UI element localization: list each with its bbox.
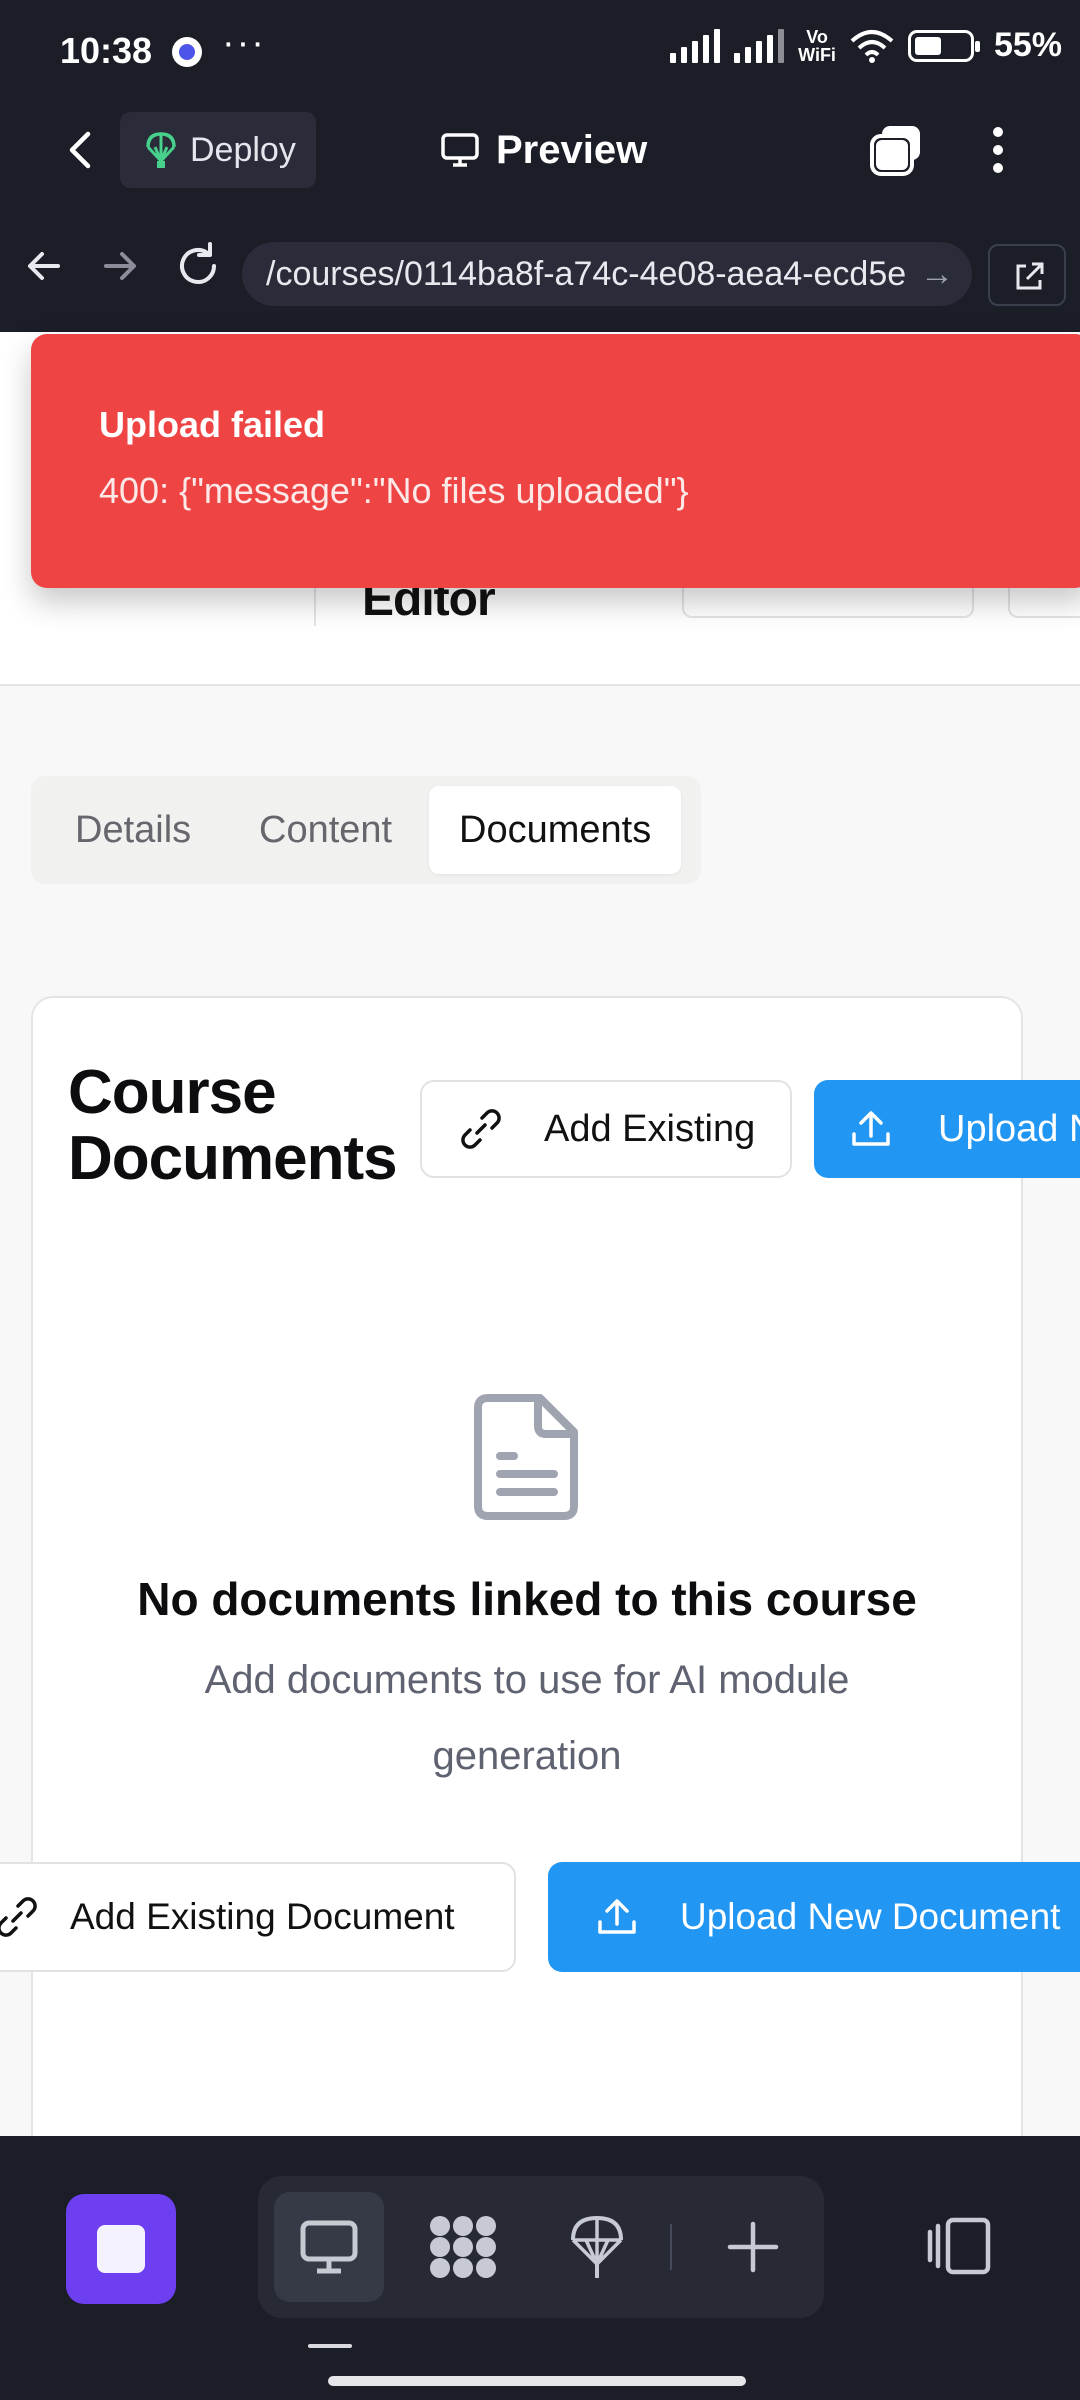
upload-new-button[interactable]: Upload New <box>814 1080 1080 1178</box>
browser-forward-icon[interactable] <box>92 238 148 294</box>
toast-title: Upload failed <box>99 404 326 445</box>
link-icon <box>0 1897 37 1937</box>
status-bar: 10:38 ··· Vo WiFi 55% <box>0 0 1080 100</box>
card-title: Course Documents <box>68 1058 398 1193</box>
panel-layout-icon[interactable] <box>926 2216 992 2276</box>
url-field[interactable]: /courses/0114ba8f-a74c-4e08-aea4-ecd5e → <box>242 242 972 306</box>
battery-percent: 55% <box>993 26 1062 64</box>
dock-divider <box>670 2224 672 2270</box>
reload-icon[interactable] <box>170 238 226 294</box>
card-title-line-2: Documents <box>68 1124 398 1193</box>
back-icon[interactable] <box>52 120 112 180</box>
small-indicator <box>308 2344 352 2348</box>
app-header: Deploy Preview <box>0 100 1080 200</box>
url-go-icon[interactable]: → <box>920 242 954 306</box>
upload-new-document-label: Upload New Document <box>680 1896 1061 1937</box>
monitor-icon <box>300 2220 358 2274</box>
tab-list: Details Content Documents <box>31 776 701 884</box>
monitor-icon <box>441 133 479 167</box>
document-icon <box>474 1394 578 1520</box>
upload-icon <box>852 1111 890 1146</box>
tab-documents[interactable]: Documents <box>429 786 682 874</box>
bottom-toolbar <box>0 2136 1080 2400</box>
empty-state-subtitle: Add documents to use for AI module gener… <box>204 1658 850 1778</box>
signal-1-icon <box>670 28 721 63</box>
status-time: 10:38 <box>60 30 153 71</box>
deploy-dock-button[interactable] <box>542 2192 652 2302</box>
grid-blob-icon <box>430 2216 496 2278</box>
upload-new-label: Upload New <box>938 1107 1080 1150</box>
empty-state-title: No documents linked to this course <box>137 1573 917 1625</box>
status-indicators: Vo WiFi 55% <box>670 26 1062 65</box>
stop-button[interactable] <box>66 2194 176 2304</box>
add-existing-button[interactable]: Add Existing <box>420 1080 792 1178</box>
copy-tabs-icon[interactable] <box>866 122 926 178</box>
components-button[interactable] <box>408 2192 518 2302</box>
deploy-icon <box>146 132 176 168</box>
external-link-icon <box>1016 262 1044 290</box>
battery-icon <box>907 29 980 62</box>
link-icon <box>461 1109 501 1149</box>
open-external-button[interactable] <box>988 244 1066 306</box>
url-text: /courses/0114ba8f-a74c-4e08-aea4-ecd5e <box>266 255 907 293</box>
vowifi-icon: Vo WiFi <box>798 26 836 65</box>
add-existing-document-label: Add Existing Document <box>70 1896 455 1937</box>
add-existing-document-button[interactable]: Add Existing Document <box>0 1862 516 1972</box>
plus-icon <box>727 2221 779 2273</box>
web-page: Editor Details Content Documents Course … <box>0 332 1080 2136</box>
toast-message: 400: {"message":"No files uploaded"} <box>99 470 689 511</box>
browser-toolbar: /courses/0114ba8f-a74c-4e08-aea4-ecd5e → <box>0 200 1080 332</box>
deploy-label: Deploy <box>190 130 296 169</box>
preview-label: Preview <box>496 127 648 172</box>
upload-icon <box>598 1899 636 1934</box>
desktop-view-button[interactable] <box>274 2192 384 2302</box>
card-title-line-1: Course <box>68 1058 277 1127</box>
view-dock <box>258 2176 824 2318</box>
home-indicator[interactable] <box>328 2376 746 2386</box>
upload-new-document-button[interactable]: Upload New Document <box>548 1862 1080 1972</box>
app-notification-icon <box>172 37 202 67</box>
tab-details[interactable]: Details <box>45 786 221 874</box>
more-options-icon[interactable] <box>980 120 1016 180</box>
add-existing-label: Add Existing <box>544 1107 756 1150</box>
signal-2-icon <box>734 28 785 63</box>
tab-content[interactable]: Content <box>229 786 422 874</box>
add-button[interactable] <box>698 2192 808 2302</box>
error-toast[interactable]: Upload failed 400: {"message":"No files … <box>31 334 1080 588</box>
wifi-icon <box>850 29 894 63</box>
parachute-icon <box>571 2215 623 2278</box>
browser-back-icon[interactable] <box>16 238 72 294</box>
status-overflow: ··· <box>222 22 266 64</box>
deploy-button[interactable]: Deploy <box>120 112 316 188</box>
preview-toggle[interactable]: Preview <box>440 120 647 180</box>
